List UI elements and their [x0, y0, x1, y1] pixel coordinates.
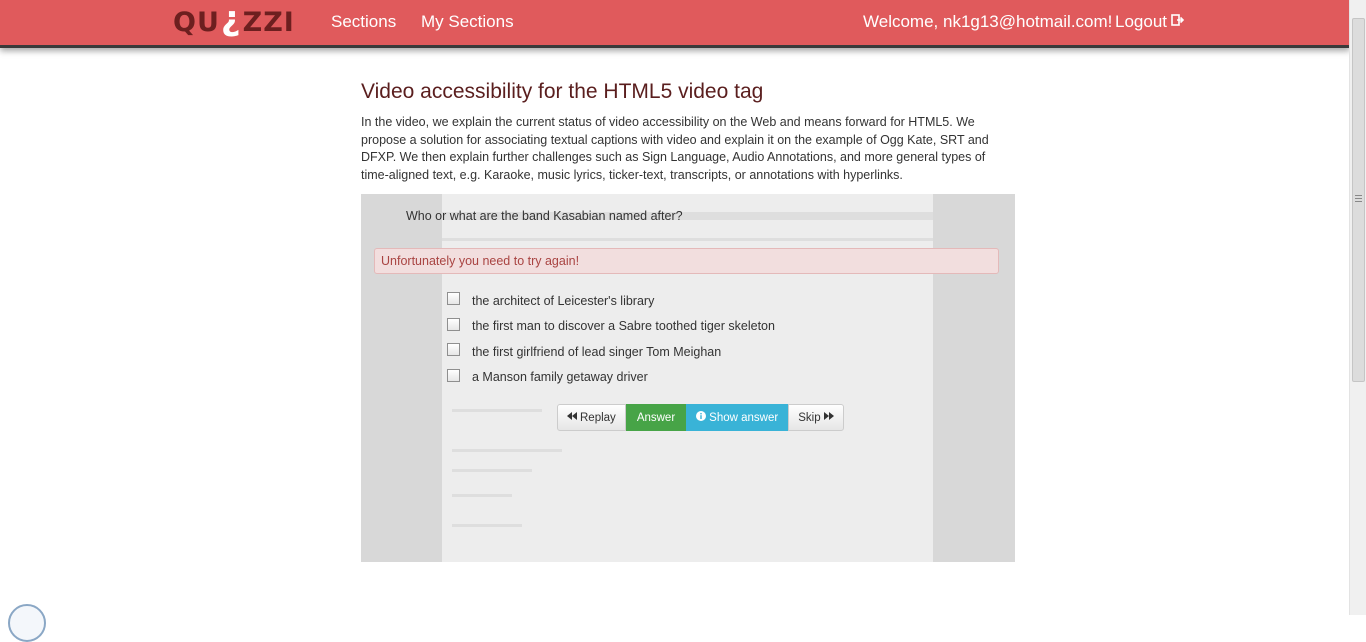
video-ghost-line: [452, 469, 532, 472]
quizzi-logo[interactable]: QU ¿ ZZI: [173, 0, 295, 39]
scrollbar-thumb[interactable]: [1352, 18, 1365, 382]
video-description: In the video, we explain the current sta…: [361, 115, 989, 183]
backward-icon: [567, 411, 577, 424]
scrollbar-grip-icon: [1355, 195, 1362, 203]
show-answer-button[interactable]: Show answer: [686, 404, 789, 431]
answer-option[interactable]: the architect of Leicester's library: [447, 288, 775, 314]
answer-options: the architect of Leicester's library the…: [447, 288, 775, 390]
skip-button-label: Skip: [798, 411, 821, 424]
error-alert: Unfortunately you need to try again!: [374, 248, 999, 274]
welcome-text: Welcome, nk1g13@hotmail.com!: [863, 12, 1113, 31]
answer-option[interactable]: a Manson family getaway driver: [447, 365, 775, 391]
corner-widget-icon[interactable]: [8, 604, 46, 642]
answer-checkbox[interactable]: [447, 343, 460, 357]
answer-option-label: the architect of Leicester's library: [472, 293, 655, 308]
video-ghost-line: [452, 494, 512, 497]
answer-option[interactable]: the first girlfriend of lead singer Tom …: [447, 339, 775, 365]
answer-checkbox[interactable]: [447, 368, 460, 382]
answer-option-label: the first girlfriend of lead singer Tom …: [472, 344, 722, 359]
answer-checkbox[interactable]: [447, 292, 460, 306]
logout-icon: [1171, 12, 1185, 32]
answer-button[interactable]: Answer: [625, 404, 687, 431]
info-icon: [696, 411, 707, 424]
answer-option-label: the first man to discover a Sabre toothe…: [472, 319, 775, 334]
vertical-scrollbar[interactable]: [1349, 0, 1366, 615]
logout-link[interactable]: Logout: [1115, 12, 1185, 32]
logo-text-right: ZZI: [242, 6, 295, 38]
nav-my-sections-link[interactable]: My Sections: [421, 12, 514, 32]
answer-option[interactable]: the first man to discover a Sabre toothe…: [447, 314, 775, 340]
replay-button[interactable]: Replay: [557, 404, 626, 431]
logout-label: Logout: [1115, 12, 1167, 31]
logo-mark: ¿: [220, 0, 242, 39]
top-navbar: QU ¿ ZZI Sections My Sections Welcome, nk1…: [0, 0, 1350, 45]
quiz-question: Who or what are the band Kasabian named …: [406, 209, 683, 223]
page-title: Video accessibility for the HTML5 video …: [361, 80, 764, 103]
nav-sections-link[interactable]: Sections: [331, 12, 396, 32]
answer-button-label: Answer: [636, 411, 676, 424]
forward-icon: [823, 411, 834, 424]
video-ghost-line: [442, 238, 933, 241]
replay-button-label: Replay: [580, 411, 616, 424]
answer-checkbox[interactable]: [447, 317, 460, 331]
answer-option-label: a Manson family getaway driver: [472, 370, 648, 385]
video-player[interactable]: Who or what are the band Kasabian named …: [361, 194, 1015, 562]
video-ghost-line: [452, 449, 562, 452]
video-ghost-line: [452, 409, 542, 412]
show-answer-button-label: Show answer: [709, 411, 779, 424]
video-ghost-line: [452, 524, 522, 527]
quiz-button-group: Replay Answer Show answer Skip: [557, 404, 844, 431]
logo-text-left: QU: [173, 6, 220, 38]
skip-button[interactable]: Skip: [788, 404, 844, 431]
